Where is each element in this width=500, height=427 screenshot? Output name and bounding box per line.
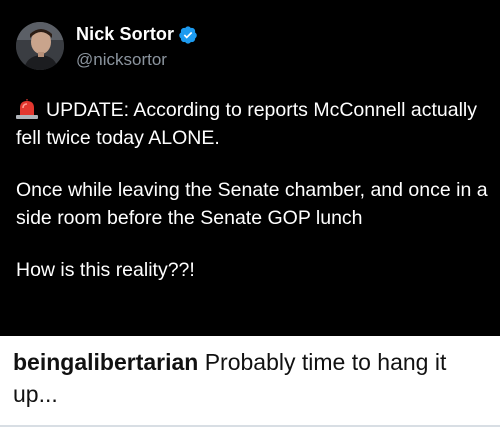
tweet-text: UPDATE: According to reports McConnell a…	[16, 96, 496, 284]
tweet-card: Nick Sortor @nicksortor UPDATE: Accordin…	[0, 0, 500, 336]
tweet-header: Nick Sortor @nicksortor	[16, 22, 198, 70]
display-name-row: Nick Sortor	[76, 23, 198, 47]
caption: beingalibertarian Probably time to hang …	[13, 346, 493, 410]
police-siren-icon	[16, 99, 38, 119]
tweet-paragraph-3: How is this reality??!	[16, 259, 195, 281]
tweet-paragraph-1: UPDATE: According to reports McConnell a…	[16, 96, 496, 152]
tweet-paragraph-2: Once while leaving the Senate chamber, a…	[16, 179, 488, 229]
author-names: Nick Sortor @nicksortor	[76, 23, 198, 70]
avatar-image	[16, 22, 64, 70]
display-name[interactable]: Nick Sortor	[76, 24, 174, 45]
handle[interactable]: @nicksortor	[76, 50, 198, 70]
caption-username[interactable]: beingalibertarian	[13, 349, 198, 375]
avatar[interactable]	[16, 22, 64, 70]
verified-badge-icon	[178, 25, 198, 45]
tweet-paragraph-1-text: UPDATE: According to reports McConnell a…	[16, 99, 477, 149]
